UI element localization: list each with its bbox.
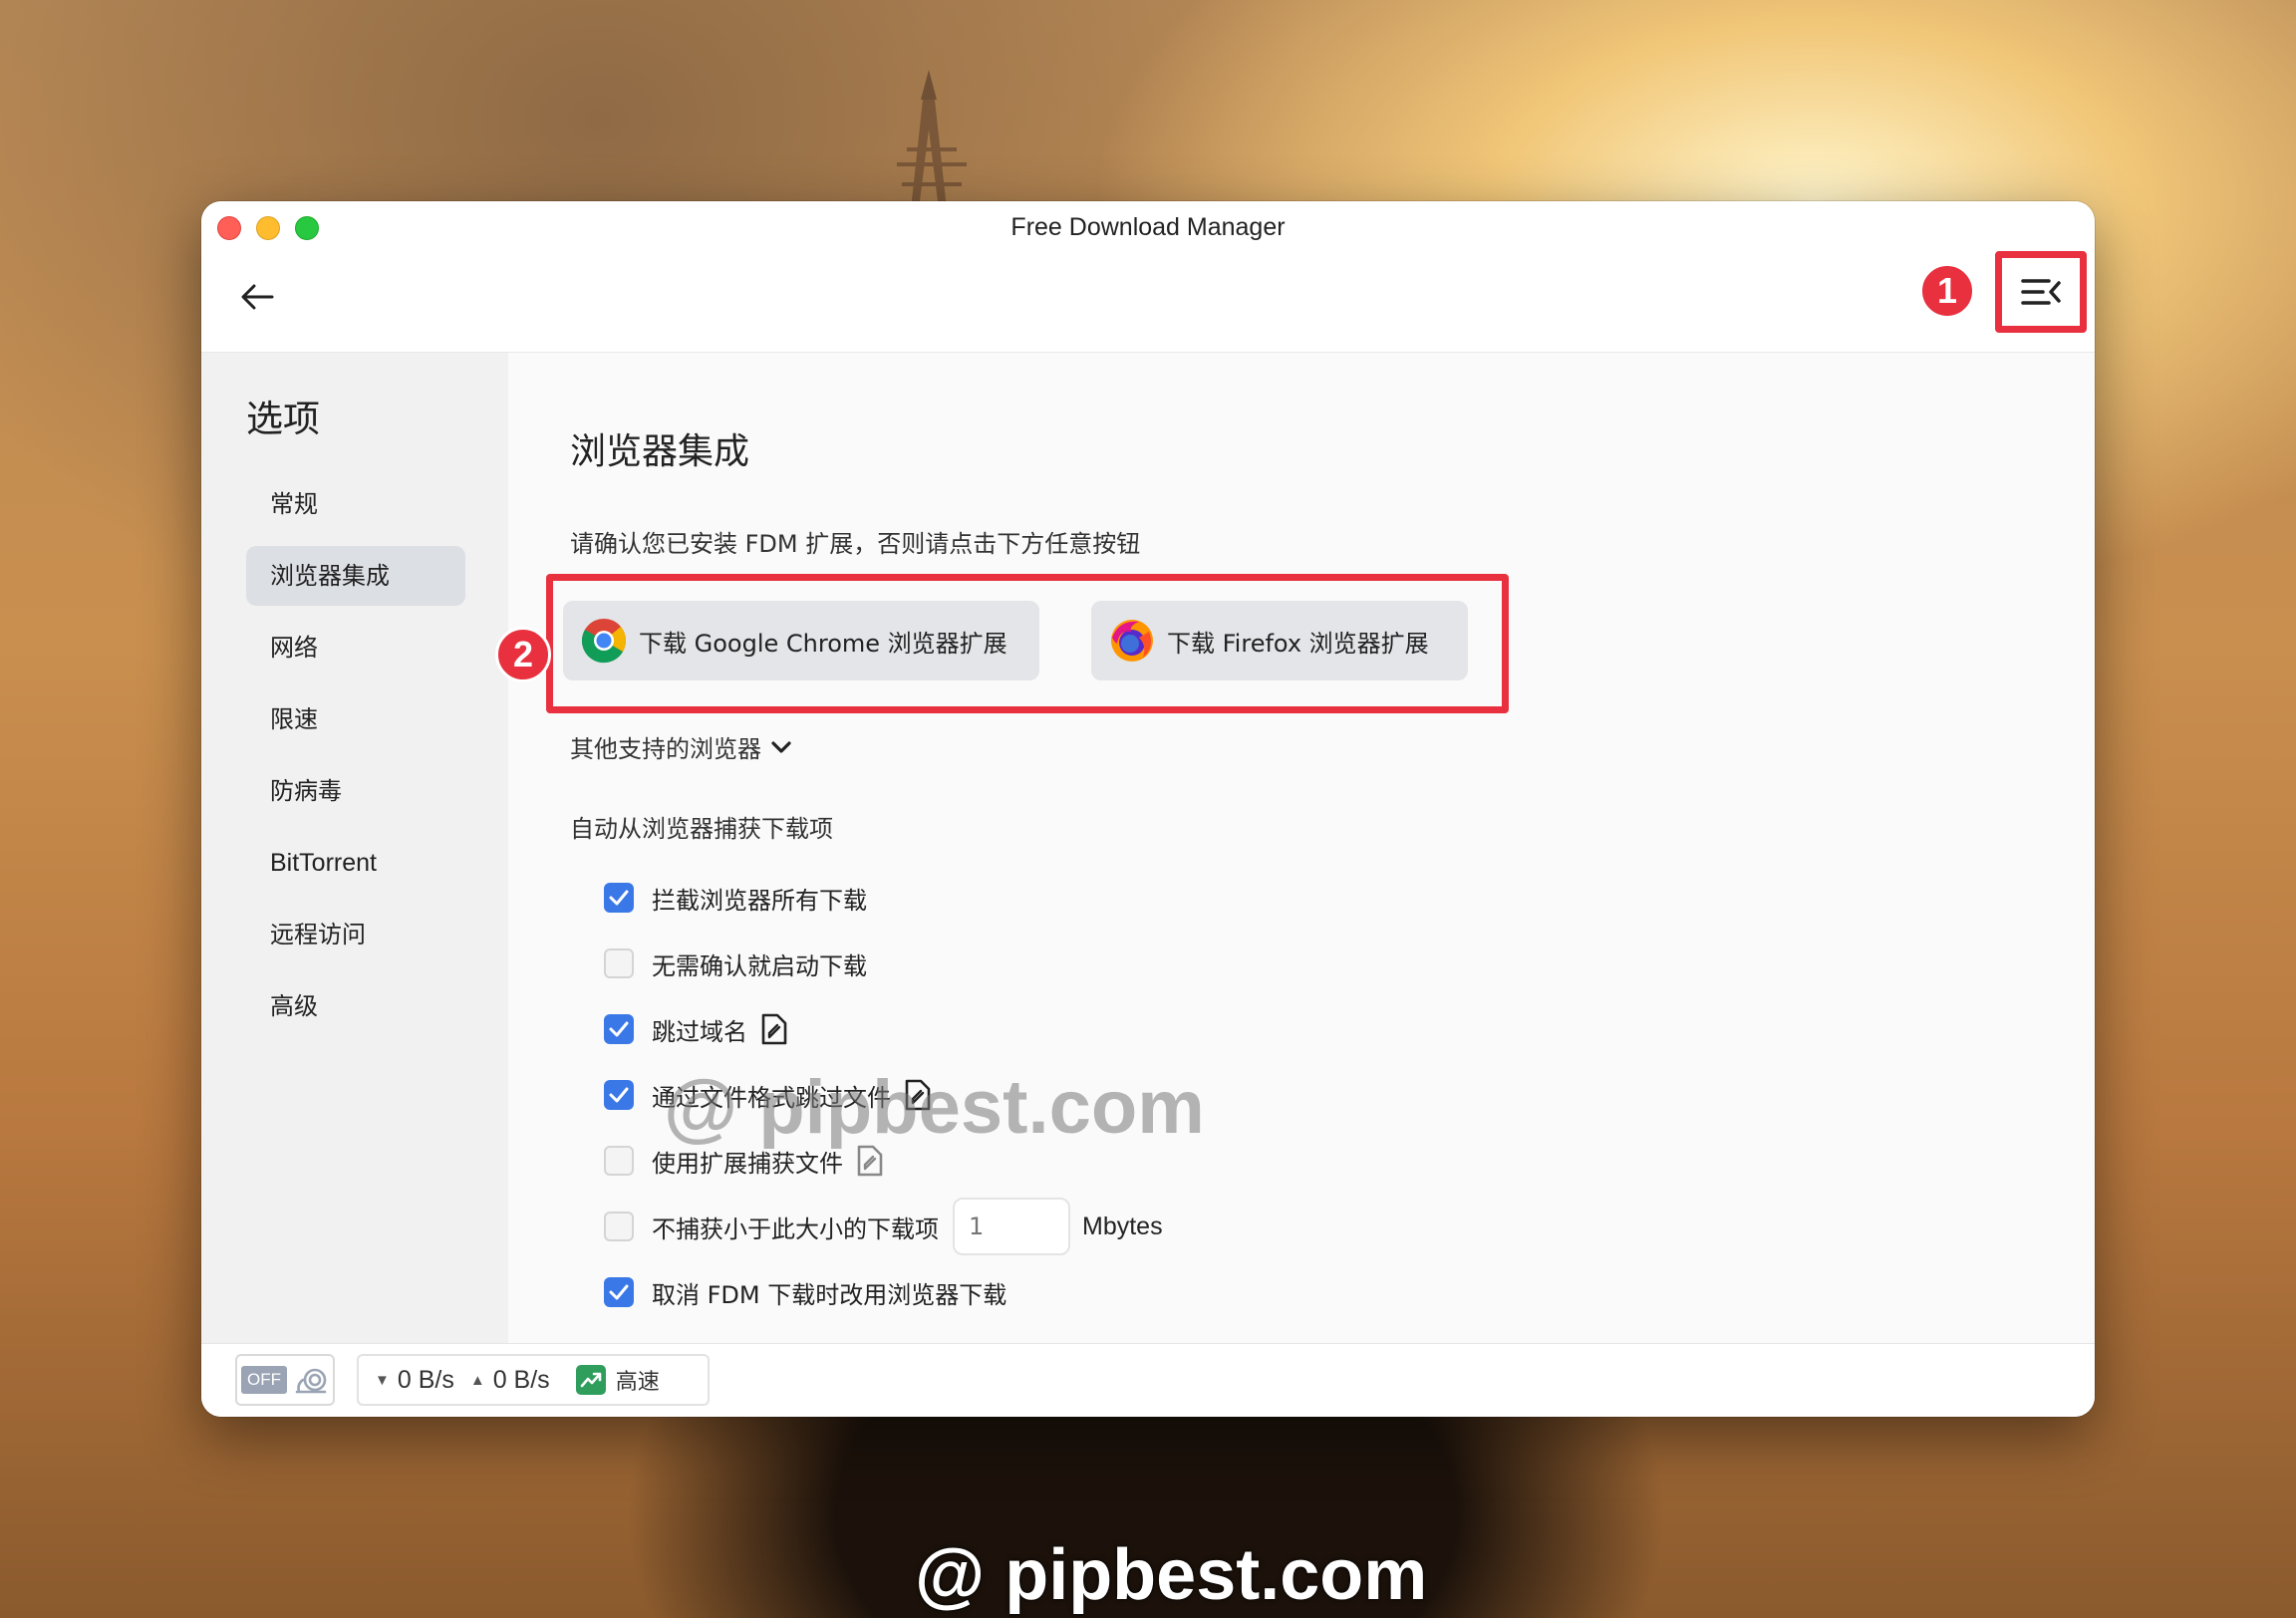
checkbox-skip-file-types[interactable] [604,1080,634,1110]
upload-arrow-icon: ▲ [469,1371,485,1389]
tower-silhouette [897,70,967,209]
sidebar-title: 选项 [246,398,320,440]
other-browsers-label: 其他支持的浏览器 [570,735,761,763]
sidebar-item-antivirus[interactable]: 防病毒 [246,761,465,821]
sidebar-item-general[interactable]: 常规 [246,474,465,534]
checkbox-intercept-all[interactable] [604,883,634,913]
app-window: Free Download Manager 1 选项 常规 浏览器集成 网络 限… [201,201,2095,1417]
extension-buttons-highlight: 2 下载 Google Chrome 浏览器扩展 下载 Firefox 浏览器扩… [495,574,1509,713]
snail-mode-toggle[interactable]: OFF [235,1354,335,1406]
trend-up-icon [575,1365,606,1395]
titlebar: Free Download Manager 1 [201,201,2095,353]
watermark-bottom: @ pipbest.com [915,1535,1428,1615]
min-size-input[interactable] [953,1198,1070,1255]
sidebar-item-browser-integration[interactable]: 浏览器集成 [246,546,465,606]
download-speed: 0 B/s [397,1365,454,1394]
auto-capture-title: 自动从浏览器捕获下载项 [570,815,833,843]
checkmark-icon [609,890,629,906]
menu-button[interactable] [1995,251,2087,333]
snail-icon [295,1368,327,1394]
sidebar-item-network[interactable]: 网络 [246,618,465,677]
annotation-badge-2: 2 [495,627,551,682]
arrow-left-icon [241,284,274,310]
settings-content: 浏览器集成 请确认您已安装 FDM 扩展，否则请点击下方任意按钮 2 下载 Go… [495,353,2095,1345]
speed-indicator[interactable]: ▼ 0 B/s ▲ 0 B/s 高速 [357,1354,710,1406]
min-size-unit: Mbytes [1082,1212,1163,1240]
sidebar-item-remote-access[interactable]: 远程访问 [246,905,465,964]
chevron-down-icon [771,740,791,753]
settings-sidebar: 选项 常规 浏览器集成 网络 限速 防病毒 BitTorrent 远程访问 高级 [201,353,508,1345]
settings-nav: 常规 浏览器集成 网络 限速 防病毒 BitTorrent 远程访问 高级 [246,474,465,1048]
sidebar-item-speed-limit[interactable]: 限速 [246,689,465,749]
chrome-icon [581,619,626,664]
checkbox-fallback-browser[interactable] [604,1277,634,1307]
watermark-center: @ pipbest.com [664,1065,1205,1150]
option-label: 拦截浏览器所有下载 [652,886,867,915]
edit-document-icon[interactable] [759,1013,789,1045]
checkbox-skip-domains[interactable] [604,1014,634,1044]
page-title: 浏览器集成 [570,431,750,472]
option-label: 取消 FDM 下载时改用浏览器下载 [652,1280,1007,1309]
speed-mode-label: 高速 [615,1370,660,1395]
off-label: OFF [241,1366,287,1394]
checkmark-icon [609,1284,629,1300]
option-label: 不捕获小于此大小的下载项 [652,1214,939,1243]
menu-collapse-icon [2021,279,2061,305]
checkbox-no-confirm[interactable] [604,948,634,978]
option-skip-domains: 跳过域名 [604,996,1163,1062]
checkbox-extension-capture[interactable] [604,1146,634,1176]
other-browsers-toggle[interactable]: 其他支持的浏览器 [570,729,791,764]
upload-speed: 0 B/s [492,1365,550,1394]
option-no-confirm: 无需确认就启动下载 [604,931,1163,996]
chrome-extension-label: 下载 Google Chrome 浏览器扩展 [639,629,1007,658]
download-arrow-icon: ▼ [375,1371,390,1389]
window-title: Free Download Manager [1010,213,1286,241]
status-bar: OFF ▼ 0 B/s ▲ 0 B/s 高速 [201,1343,2095,1417]
annotation-badge-1: 1 [1919,263,1975,319]
firefox-extension-label: 下载 Firefox 浏览器扩展 [1167,629,1429,658]
option-label: 无需确认就启动下载 [652,951,867,980]
back-button[interactable] [235,275,279,319]
option-fallback-browser: 取消 FDM 下载时改用浏览器下载 [604,1259,1163,1325]
option-label: 跳过域名 [652,1017,747,1046]
extension-hint: 请确认您已安装 FDM 扩展，否则请点击下方任意按钮 [570,530,1141,558]
firefox-icon [1111,620,1153,662]
sidebar-item-advanced[interactable]: 高级 [246,976,465,1036]
chrome-extension-button[interactable]: 下载 Google Chrome 浏览器扩展 [563,601,1039,680]
option-intercept-all: 拦截浏览器所有下载 [604,865,1163,931]
sidebar-item-bittorrent[interactable]: BitTorrent [246,833,465,893]
option-min-size: 不捕获小于此大小的下载项 Mbytes [604,1194,1163,1259]
checkmark-icon [609,1087,629,1103]
checkmark-icon [609,1021,629,1037]
firefox-extension-button[interactable]: 下载 Firefox 浏览器扩展 [1091,601,1468,680]
checkbox-min-size[interactable] [604,1212,634,1241]
